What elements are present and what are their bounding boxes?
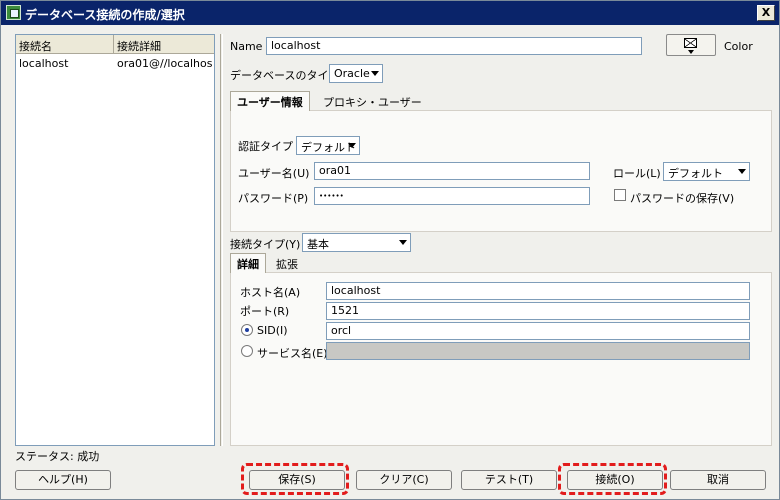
save-button-highlight xyxy=(241,463,349,495)
cancel-button[interactable]: 取消 xyxy=(670,470,766,490)
connection-list[interactable]: 接続名 接続詳細 localhost ora01@//localhos... xyxy=(15,34,215,446)
host-label: ホスト名(A) xyxy=(240,286,301,299)
color-picker-button[interactable] xyxy=(666,34,716,56)
name-label: Name xyxy=(230,40,263,53)
clear-button[interactable]: クリア(C) xyxy=(356,470,452,490)
connection-dialog: データベース接続の作成/選択 X 接続名 接続詳細 localhost ora0… xyxy=(0,0,780,500)
role-value: デフォルト xyxy=(668,167,723,180)
conn-type-label: 接続タイプ(Y) xyxy=(230,238,301,251)
column-header-details[interactable]: 接続詳細 xyxy=(117,38,161,54)
conn-type-select[interactable]: 基本 xyxy=(302,233,411,252)
service-name-radio[interactable] xyxy=(241,345,253,357)
save-password-checkbox[interactable] xyxy=(614,189,626,201)
help-button[interactable]: ヘルプ(H) xyxy=(15,470,111,490)
test-button[interactable]: テスト(T) xyxy=(461,470,557,490)
chevron-down-icon xyxy=(399,240,407,245)
username-input[interactable]: ora01 xyxy=(314,162,590,180)
sid-radio[interactable] xyxy=(241,324,253,336)
save-password-label: パスワードの保存(V) xyxy=(630,192,735,205)
sid-label: SID(I) xyxy=(257,324,288,337)
name-input[interactable]: localhost xyxy=(266,37,642,55)
service-name-label: サービス名(E) xyxy=(257,347,328,360)
tab-user-info[interactable]: ユーザー情報 xyxy=(230,91,310,111)
dropdown-arrow-icon xyxy=(688,50,694,54)
password-label: パスワード(P) xyxy=(238,192,309,205)
tab-proxy-user[interactable]: プロキシ・ユーザー xyxy=(317,92,428,111)
port-input[interactable]: 1521 xyxy=(326,302,750,320)
connect-button-highlight xyxy=(558,463,667,495)
auth-type-label: 認証タイプ xyxy=(238,140,293,153)
db-type-select[interactable]: Oracle xyxy=(329,64,383,83)
app-icon xyxy=(6,5,21,20)
auth-type-select[interactable]: デフォルト xyxy=(296,136,360,155)
splitter[interactable] xyxy=(220,34,223,446)
role-select[interactable]: デフォルト xyxy=(663,162,750,181)
connection-name-cell: localhost xyxy=(19,57,69,70)
sid-input[interactable]: orcl xyxy=(326,322,750,340)
envelope-icon xyxy=(684,38,697,48)
password-input[interactable]: •••••• xyxy=(314,187,590,205)
title-bar: データベース接続の作成/選択 X xyxy=(1,1,779,25)
column-divider[interactable] xyxy=(113,35,114,54)
chevron-down-icon xyxy=(371,71,379,76)
window-title: データベース接続の作成/選択 xyxy=(25,8,185,22)
role-label: ロール(L) xyxy=(613,167,661,180)
status-text: ステータス: 成功 xyxy=(15,450,100,463)
table-row[interactable]: localhost ora01@//localhos... xyxy=(16,55,214,72)
chevron-down-icon xyxy=(348,143,356,148)
tab-details[interactable]: 詳細 xyxy=(230,253,266,273)
chevron-down-icon xyxy=(738,169,746,174)
db-type-label: データベースのタイプ xyxy=(230,69,340,82)
host-input[interactable]: localhost xyxy=(326,282,750,300)
connection-list-header: 接続名 接続詳細 xyxy=(16,35,214,54)
close-button[interactable]: X xyxy=(757,5,775,21)
port-label: ポート(R) xyxy=(240,305,290,318)
conn-type-value: 基本 xyxy=(307,238,329,251)
service-name-input[interactable] xyxy=(326,342,750,360)
username-label: ユーザー名(U) xyxy=(238,167,310,180)
color-label: Color xyxy=(724,40,753,53)
db-type-value: Oracle xyxy=(334,67,370,80)
column-header-name[interactable]: 接続名 xyxy=(19,38,52,54)
tab-advanced[interactable]: 拡張 xyxy=(272,254,304,273)
connection-details-cell: ora01@//localhos... xyxy=(117,57,212,70)
